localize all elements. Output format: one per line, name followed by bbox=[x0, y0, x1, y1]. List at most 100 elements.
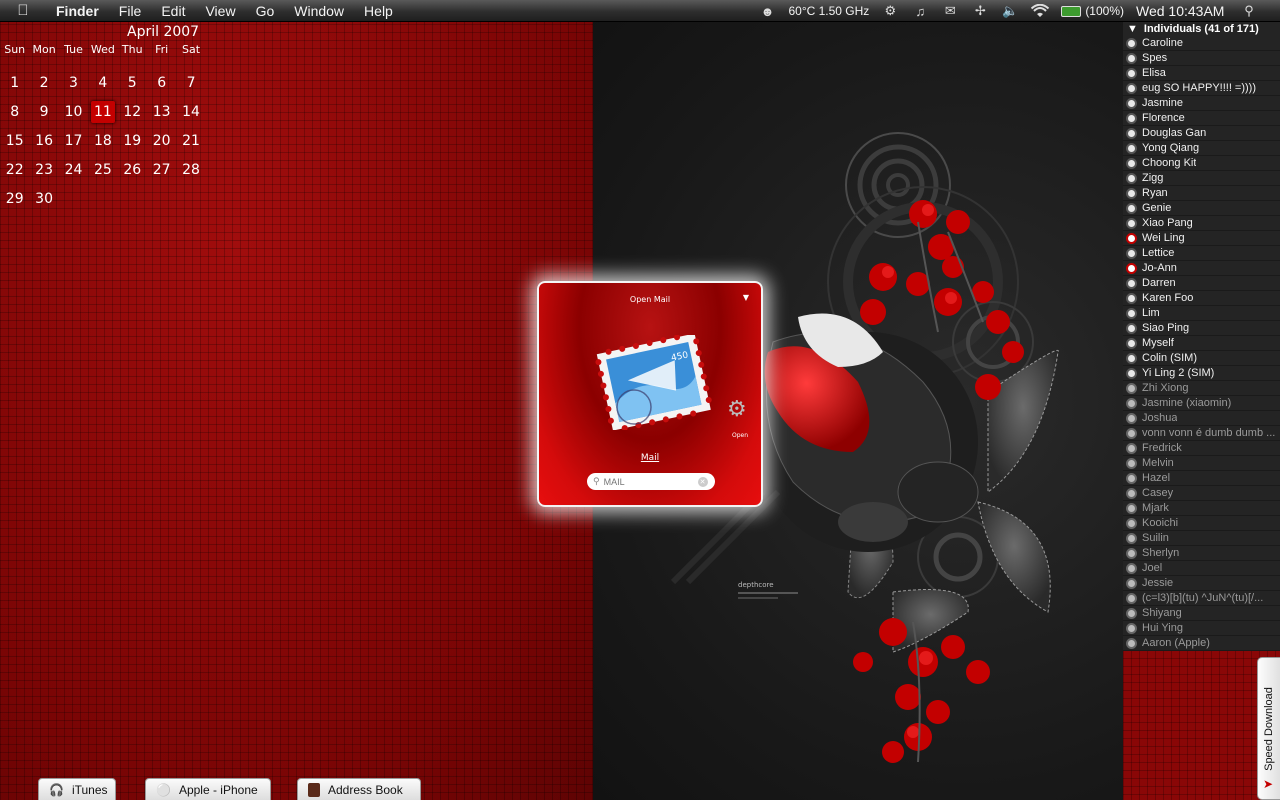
launcher-search-input[interactable] bbox=[603, 476, 694, 487]
buddy-row[interactable]: Wei Ling bbox=[1123, 231, 1280, 246]
clear-search-icon[interactable]: ✕ bbox=[697, 476, 708, 487]
calendar-day[interactable]: 18 bbox=[88, 129, 117, 158]
buddy-row[interactable]: Jasmine bbox=[1123, 96, 1280, 111]
buddy-row[interactable]: Choong Kit bbox=[1123, 156, 1280, 171]
calendar-day[interactable]: 21 bbox=[176, 129, 205, 158]
calendar-day[interactable]: 17 bbox=[59, 129, 88, 158]
calendar-day[interactable]: 3 bbox=[59, 71, 88, 100]
buddy-row[interactable]: Yong Qiang bbox=[1123, 141, 1280, 156]
calendar-day[interactable]: 2 bbox=[29, 71, 58, 100]
buddy-row[interactable]: Lim bbox=[1123, 306, 1280, 321]
apple-menu-icon[interactable]:  bbox=[0, 2, 46, 19]
calendar-day[interactable]: 1 bbox=[0, 71, 29, 100]
menu-view[interactable]: View bbox=[195, 3, 245, 19]
launcher-app-name[interactable]: Mail bbox=[539, 453, 761, 463]
launcher-search-field[interactable]: ⚲ ✕ bbox=[587, 473, 715, 490]
calendar-day[interactable]: 14 bbox=[176, 100, 205, 129]
buddy-row[interactable]: vonn vonn é dumb dumb ... bbox=[1123, 426, 1280, 441]
buddy-row[interactable]: Karen Foo bbox=[1123, 291, 1280, 306]
open-label[interactable]: Open bbox=[732, 432, 748, 439]
buddy-row[interactable]: Douglas Gan bbox=[1123, 126, 1280, 141]
buddy-row[interactable]: Zigg bbox=[1123, 171, 1280, 186]
calendar-day[interactable]: 24 bbox=[59, 158, 88, 187]
buddy-row[interactable]: Zhi Xiong bbox=[1123, 381, 1280, 396]
buddy-row[interactable]: Ryan bbox=[1123, 186, 1280, 201]
gear-icon[interactable]: ⚙ bbox=[881, 3, 899, 19]
mail-icon[interactable]: ✉ bbox=[941, 3, 959, 19]
calendar-day[interactable]: 9 bbox=[29, 100, 58, 129]
buddy-row[interactable]: Yi Ling 2 (SIM) bbox=[1123, 366, 1280, 381]
buddy-row[interactable]: Elisa bbox=[1123, 66, 1280, 81]
calendar-day[interactable]: 13 bbox=[147, 100, 176, 129]
battery-status[interactable]: (100%) bbox=[1061, 4, 1124, 18]
buddy-row[interactable]: Colin (SIM) bbox=[1123, 351, 1280, 366]
calendar-day[interactable]: 27 bbox=[147, 158, 176, 187]
buddy-group-header[interactable]: ▼ Individuals (41 of 171) bbox=[1123, 22, 1280, 36]
calendar-day[interactable]: 16 bbox=[29, 129, 58, 158]
calendar-day[interactable]: 26 bbox=[118, 158, 147, 187]
minimized-tab-address-book[interactable]: Address Book bbox=[297, 778, 421, 800]
buddy-row[interactable]: Shiyang bbox=[1123, 606, 1280, 621]
calendar-day[interactable]: 23 bbox=[29, 158, 58, 187]
menu-window[interactable]: Window bbox=[284, 3, 354, 19]
buddy-row[interactable]: Lettice bbox=[1123, 246, 1280, 261]
volume-icon[interactable]: 🔈 bbox=[1001, 3, 1019, 19]
buddy-row[interactable]: Casey bbox=[1123, 486, 1280, 501]
buddy-row[interactable]: (c=l3)[b](tu) ^JuN^(tu)[/... bbox=[1123, 591, 1280, 606]
music-note-icon[interactable]: ♫ bbox=[911, 3, 929, 19]
calendar-day[interactable]: 5 bbox=[118, 71, 147, 100]
menu-go[interactable]: Go bbox=[246, 3, 285, 19]
buddy-row[interactable]: Xiao Pang bbox=[1123, 216, 1280, 231]
menu-file[interactable]: File bbox=[109, 3, 152, 19]
calendar-day[interactable]: 30 bbox=[29, 187, 58, 216]
calendar-day[interactable]: 20 bbox=[147, 129, 176, 158]
dropdown-arrow-icon[interactable]: ▼ bbox=[743, 293, 749, 302]
menu-edit[interactable]: Edit bbox=[151, 3, 195, 19]
wifi-icon[interactable] bbox=[1031, 3, 1050, 19]
buddy-row[interactable]: Spes bbox=[1123, 51, 1280, 66]
buddy-row[interactable]: Suilin bbox=[1123, 531, 1280, 546]
buddy-row[interactable]: Aaron (Apple) bbox=[1123, 636, 1280, 651]
menu-help[interactable]: Help bbox=[354, 3, 403, 19]
buddy-row[interactable]: Joshua bbox=[1123, 411, 1280, 426]
calendar-day[interactable]: 25 bbox=[88, 158, 117, 187]
buddy-row[interactable]: Mjark bbox=[1123, 501, 1280, 516]
action-gear-icon[interactable]: ⚙ bbox=[727, 397, 747, 422]
buddy-row[interactable]: Florence bbox=[1123, 111, 1280, 126]
calendar-day[interactable]: 7 bbox=[176, 71, 205, 100]
buddy-row[interactable]: Hazel bbox=[1123, 471, 1280, 486]
calendar-day[interactable]: 12 bbox=[118, 100, 147, 129]
disclosure-triangle-icon[interactable]: ▼ bbox=[1127, 23, 1138, 35]
calendar-day[interactable]: 8 bbox=[0, 100, 29, 129]
buddy-row[interactable]: Hui Ying bbox=[1123, 621, 1280, 636]
menu-clock[interactable]: Wed 10:43AM bbox=[1136, 3, 1228, 19]
buddy-row[interactable]: eug SO HAPPY!!!! =)))) bbox=[1123, 81, 1280, 96]
buddy-row[interactable]: Caroline bbox=[1123, 36, 1280, 51]
calendar-day[interactable]: 6 bbox=[147, 71, 176, 100]
minimized-tab-itunes[interactable]: 🎧 iTunes bbox=[38, 778, 116, 800]
minimized-tab-safari[interactable]: ⚪ Apple - iPhone bbox=[145, 778, 271, 800]
alien-icon[interactable]: ☻ bbox=[758, 3, 776, 19]
buddy-row[interactable]: Jasmine (xiaomin) bbox=[1123, 396, 1280, 411]
calendar-day[interactable]: 22 bbox=[0, 158, 29, 187]
calendar-day[interactable]: 29 bbox=[0, 187, 29, 216]
speed-download-drawer[interactable]: Speed Download ➤ bbox=[1257, 657, 1280, 800]
calendar-day[interactable]: 15 bbox=[0, 129, 29, 158]
buddy-row[interactable]: Kooichi bbox=[1123, 516, 1280, 531]
calendar-day[interactable]: 19 bbox=[118, 129, 147, 158]
buddy-row[interactable]: Jo-Ann bbox=[1123, 261, 1280, 276]
calendar-day[interactable]: 4 bbox=[88, 71, 117, 100]
spotlight-search-icon[interactable]: ⚲ bbox=[1240, 3, 1258, 19]
buddy-row[interactable]: Genie bbox=[1123, 201, 1280, 216]
buddy-row[interactable]: Siao Ping bbox=[1123, 321, 1280, 336]
buddy-row[interactable]: Joel bbox=[1123, 561, 1280, 576]
menu-finder[interactable]: Finder bbox=[46, 3, 109, 19]
buddy-row[interactable]: Sherlyn bbox=[1123, 546, 1280, 561]
calendar-day[interactable]: 10 bbox=[59, 100, 88, 129]
buddy-row[interactable]: Darren bbox=[1123, 276, 1280, 291]
buddy-row[interactable]: Jessie bbox=[1123, 576, 1280, 591]
mail-stamp-icon[interactable]: 450 bbox=[594, 335, 714, 430]
calendar-day-today[interactable]: 11 bbox=[88, 100, 117, 129]
bluetooth-icon[interactable]: ✢ bbox=[971, 3, 989, 19]
calendar-day[interactable]: 28 bbox=[176, 158, 205, 187]
